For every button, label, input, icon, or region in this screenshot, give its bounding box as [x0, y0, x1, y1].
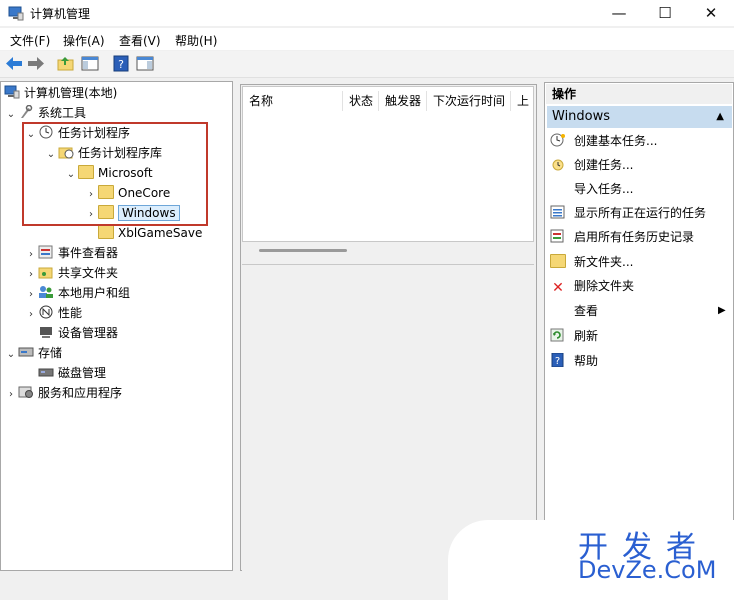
toolbar: ? [0, 51, 734, 78]
collapse-up-icon[interactable]: ▲ [716, 106, 724, 128]
chevron-right-icon[interactable]: › [4, 385, 18, 405]
tree-label: 服务和应用程序 [38, 386, 123, 400]
action-enable-history[interactable]: 启用所有任务历史记录 [550, 226, 694, 248]
minimize-button[interactable]: — [596, 0, 642, 26]
watermark-english: DevZe.CoM [578, 556, 717, 584]
services-icon [18, 386, 33, 398]
chevron-right-icon[interactable]: › [24, 285, 38, 305]
device-manager-icon [40, 327, 52, 338]
tools-icon [21, 105, 33, 118]
action-delete-folder[interactable]: ✕ 删除文件夹 [550, 275, 634, 297]
action-help[interactable]: ? 帮助 [550, 350, 598, 372]
horizontal-scrollbar[interactable] [259, 249, 347, 252]
event-viewer-icon [38, 245, 53, 259]
tree-item-computer-management[interactable]: 计算机管理(本地) [4, 83, 117, 103]
refresh-icon [550, 328, 564, 342]
history-icon [550, 229, 564, 243]
folder-icon [98, 225, 114, 239]
delete-x-icon: ✕ [552, 280, 564, 296]
create-task-icon [552, 159, 564, 171]
window-title: 计算机管理 [30, 7, 91, 21]
disk-icon [38, 368, 54, 377]
tree-label: 本地用户和组 [58, 286, 131, 300]
menu-view[interactable]: 查看(V) [119, 32, 161, 49]
close-button[interactable]: ✕ [688, 0, 734, 26]
action-create-task[interactable]: 创建任务... [550, 154, 633, 176]
computer-management-icon [4, 85, 20, 99]
menu-bar: 文件(F) 操作(A) 查看(V) 帮助(H) [0, 28, 734, 50]
shared-folder-icon [38, 267, 53, 279]
submenu-arrow-icon: ▶ [718, 305, 726, 316]
tree-label: 计算机管理(本地) [24, 86, 118, 100]
chevron-right-icon[interactable]: › [24, 305, 38, 325]
action-show-running-tasks[interactable]: 显示所有正在运行的任务 [550, 202, 706, 224]
back-arrow-icon[interactable] [4, 54, 24, 73]
tree-label: XblGameSave [118, 226, 203, 240]
tree-item-performance[interactable]: › 性能 [24, 303, 82, 323]
actions-header: 操作 [546, 84, 732, 104]
tree-item-storage[interactable]: ⌄ 存储 [4, 343, 62, 363]
column-last-run[interactable]: 上次 [511, 91, 535, 111]
tree-label: 共享文件夹 [58, 266, 119, 280]
help-icon: ? [551, 353, 564, 367]
computer-management-icon [8, 6, 24, 21]
tree-item-disk-management[interactable]: 磁盘管理 [24, 363, 106, 383]
action-create-basic-task[interactable]: 创建基本任务... [550, 130, 657, 152]
menu-action[interactable]: 操作(A) [63, 32, 105, 49]
show-hide-tree-icon[interactable] [80, 54, 100, 73]
action-view[interactable]: 查看 ▶ [550, 300, 730, 322]
tree-label: 事件查看器 [58, 246, 119, 260]
tree-item-event-viewer[interactable]: › 事件查看器 [24, 243, 118, 263]
tree-item-system-tools[interactable]: ⌄ 系统工具 [4, 103, 86, 123]
tree-label: 磁盘管理 [58, 366, 107, 380]
tree-label: 设备管理器 [58, 326, 119, 340]
chevron-right-icon[interactable]: › [24, 265, 38, 285]
chevron-right-icon[interactable]: › [24, 245, 38, 265]
tree-item-local-users[interactable]: › 本地用户和组 [24, 283, 130, 303]
help-icon[interactable]: ? [111, 54, 131, 73]
chevron-down-icon[interactable]: ⌄ [4, 345, 18, 365]
group-label: Windows [552, 109, 611, 124]
menu-help[interactable]: 帮助(H) [175, 32, 217, 49]
tree-item-services[interactable]: › 服务和应用程序 [4, 383, 122, 403]
svg-text:?: ? [555, 356, 560, 367]
column-trigger[interactable]: 触发器 [379, 91, 427, 111]
tree-label: 系统工具 [38, 106, 87, 120]
tree-item-shared-folders[interactable]: › 共享文件夹 [24, 263, 118, 283]
users-icon [39, 286, 53, 298]
forward-arrow-icon[interactable] [26, 54, 46, 73]
tree-item-device-manager[interactable]: 设备管理器 [24, 323, 118, 343]
tree-item-xblgamesave[interactable]: XblGameSave [84, 223, 202, 243]
storage-icon [18, 347, 34, 357]
chevron-down-icon[interactable]: ⌄ [4, 105, 18, 125]
task-list[interactable]: 名称 状态 触发器 下次运行时间 上次 [242, 86, 534, 242]
tree-label: 性能 [58, 306, 83, 320]
new-folder-icon [550, 254, 566, 268]
highlight-box [22, 122, 208, 226]
create-basic-task-icon [550, 133, 565, 147]
action-import-task[interactable]: 导入任务... [550, 178, 633, 200]
performance-icon [39, 305, 53, 319]
actions-group-windows[interactable]: Windows ▲ [547, 106, 732, 128]
action-new-folder[interactable]: 新文件夹... [550, 251, 633, 273]
tree-label: 存储 [38, 346, 63, 360]
svg-text:?: ? [118, 58, 124, 71]
menu-file[interactable]: 文件(F) [10, 32, 50, 49]
action-refresh[interactable]: 刷新 [550, 325, 598, 347]
maximize-button[interactable]: ☐ [642, 0, 688, 26]
column-next-run[interactable]: 下次运行时间 [427, 91, 511, 111]
column-status[interactable]: 状态 [343, 91, 379, 111]
column-name[interactable]: 名称 [243, 91, 343, 111]
running-tasks-icon [550, 205, 565, 219]
action-pane-icon[interactable] [135, 54, 155, 73]
up-folder-icon[interactable] [56, 54, 76, 73]
